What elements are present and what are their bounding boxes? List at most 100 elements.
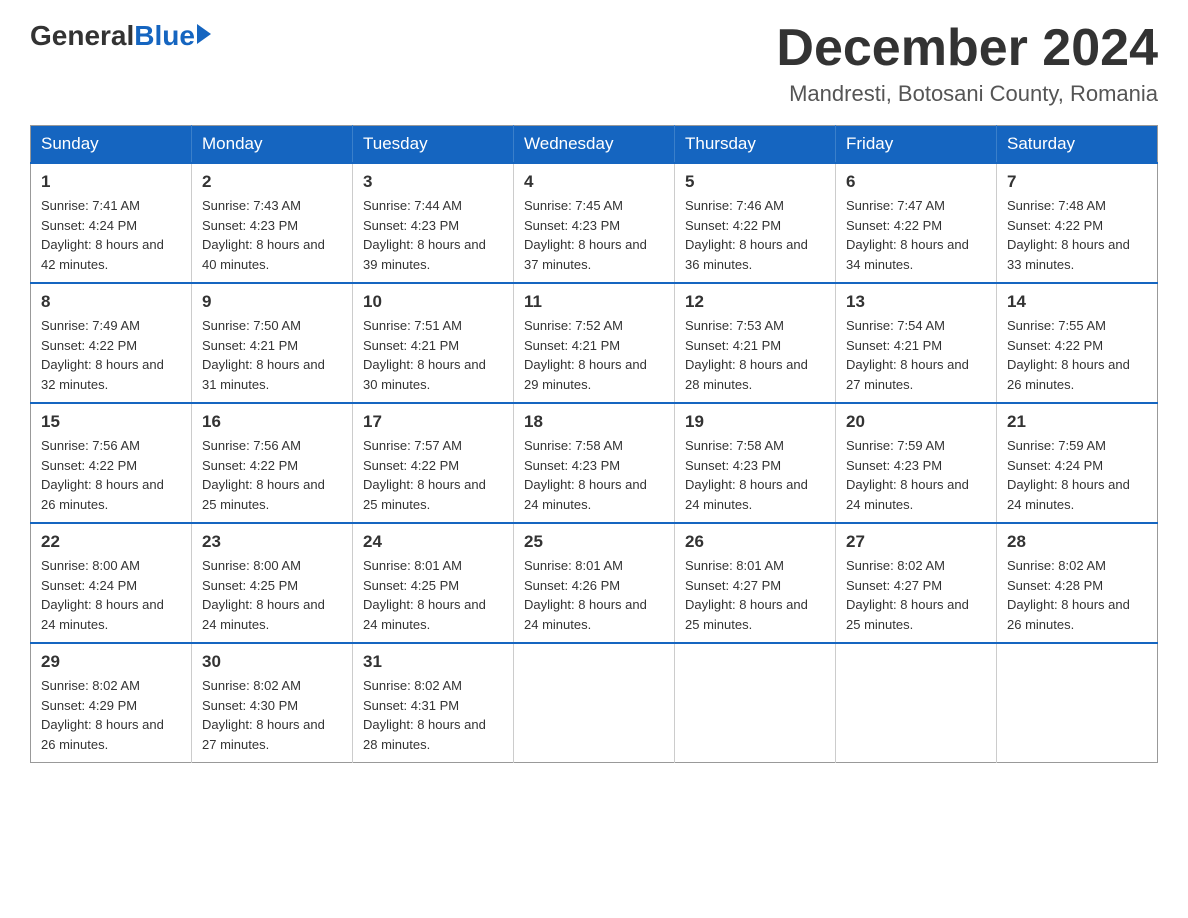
weekday-header-thursday: Thursday	[675, 126, 836, 164]
day-info: Sunrise: 7:52 AMSunset: 4:21 PMDaylight:…	[524, 318, 647, 392]
calendar-cell: 3 Sunrise: 7:44 AMSunset: 4:23 PMDayligh…	[353, 163, 514, 283]
day-number: 31	[363, 652, 503, 672]
day-number: 18	[524, 412, 664, 432]
day-number: 13	[846, 292, 986, 312]
weekday-header-wednesday: Wednesday	[514, 126, 675, 164]
calendar-cell: 1 Sunrise: 7:41 AMSunset: 4:24 PMDayligh…	[31, 163, 192, 283]
calendar-cell: 22 Sunrise: 8:00 AMSunset: 4:24 PMDaylig…	[31, 523, 192, 643]
calendar-cell: 15 Sunrise: 7:56 AMSunset: 4:22 PMDaylig…	[31, 403, 192, 523]
day-number: 25	[524, 532, 664, 552]
day-number: 11	[524, 292, 664, 312]
day-info: Sunrise: 7:45 AMSunset: 4:23 PMDaylight:…	[524, 198, 647, 272]
day-info: Sunrise: 7:50 AMSunset: 4:21 PMDaylight:…	[202, 318, 325, 392]
calendar-cell	[675, 643, 836, 763]
day-info: Sunrise: 7:53 AMSunset: 4:21 PMDaylight:…	[685, 318, 808, 392]
location-title: Mandresti, Botosani County, Romania	[776, 81, 1158, 107]
calendar-week-row: 8 Sunrise: 7:49 AMSunset: 4:22 PMDayligh…	[31, 283, 1158, 403]
day-number: 5	[685, 172, 825, 192]
calendar-cell: 29 Sunrise: 8:02 AMSunset: 4:29 PMDaylig…	[31, 643, 192, 763]
calendar-cell: 11 Sunrise: 7:52 AMSunset: 4:21 PMDaylig…	[514, 283, 675, 403]
logo-arrow-icon	[197, 24, 211, 44]
logo-general-text: General	[30, 20, 134, 52]
day-number: 14	[1007, 292, 1147, 312]
day-number: 6	[846, 172, 986, 192]
calendar-cell: 19 Sunrise: 7:58 AMSunset: 4:23 PMDaylig…	[675, 403, 836, 523]
weekday-header-sunday: Sunday	[31, 126, 192, 164]
day-info: Sunrise: 8:00 AMSunset: 4:25 PMDaylight:…	[202, 558, 325, 632]
day-info: Sunrise: 8:01 AMSunset: 4:26 PMDaylight:…	[524, 558, 647, 632]
day-number: 16	[202, 412, 342, 432]
day-info: Sunrise: 8:01 AMSunset: 4:25 PMDaylight:…	[363, 558, 486, 632]
calendar-week-row: 15 Sunrise: 7:56 AMSunset: 4:22 PMDaylig…	[31, 403, 1158, 523]
logo-blue-text: Blue	[134, 20, 195, 52]
day-number: 15	[41, 412, 181, 432]
weekday-header-saturday: Saturday	[997, 126, 1158, 164]
calendar-table: SundayMondayTuesdayWednesdayThursdayFrid…	[30, 125, 1158, 763]
day-info: Sunrise: 8:02 AMSunset: 4:28 PMDaylight:…	[1007, 558, 1130, 632]
day-info: Sunrise: 8:02 AMSunset: 4:27 PMDaylight:…	[846, 558, 969, 632]
day-number: 20	[846, 412, 986, 432]
day-number: 23	[202, 532, 342, 552]
calendar-cell: 16 Sunrise: 7:56 AMSunset: 4:22 PMDaylig…	[192, 403, 353, 523]
month-title: December 2024	[776, 20, 1158, 77]
day-number: 12	[685, 292, 825, 312]
day-number: 17	[363, 412, 503, 432]
calendar-cell	[514, 643, 675, 763]
day-info: Sunrise: 7:46 AMSunset: 4:22 PMDaylight:…	[685, 198, 808, 272]
calendar-cell: 20 Sunrise: 7:59 AMSunset: 4:23 PMDaylig…	[836, 403, 997, 523]
day-info: Sunrise: 7:51 AMSunset: 4:21 PMDaylight:…	[363, 318, 486, 392]
calendar-cell: 13 Sunrise: 7:54 AMSunset: 4:21 PMDaylig…	[836, 283, 997, 403]
weekday-header-friday: Friday	[836, 126, 997, 164]
calendar-week-row: 22 Sunrise: 8:00 AMSunset: 4:24 PMDaylig…	[31, 523, 1158, 643]
calendar-cell: 9 Sunrise: 7:50 AMSunset: 4:21 PMDayligh…	[192, 283, 353, 403]
day-info: Sunrise: 7:57 AMSunset: 4:22 PMDaylight:…	[363, 438, 486, 512]
day-number: 4	[524, 172, 664, 192]
day-number: 3	[363, 172, 503, 192]
calendar-cell: 4 Sunrise: 7:45 AMSunset: 4:23 PMDayligh…	[514, 163, 675, 283]
day-info: Sunrise: 7:47 AMSunset: 4:22 PMDaylight:…	[846, 198, 969, 272]
day-number: 30	[202, 652, 342, 672]
calendar-cell: 31 Sunrise: 8:02 AMSunset: 4:31 PMDaylig…	[353, 643, 514, 763]
weekday-header-monday: Monday	[192, 126, 353, 164]
day-info: Sunrise: 7:43 AMSunset: 4:23 PMDaylight:…	[202, 198, 325, 272]
day-number: 26	[685, 532, 825, 552]
day-info: Sunrise: 8:02 AMSunset: 4:30 PMDaylight:…	[202, 678, 325, 752]
calendar-cell: 18 Sunrise: 7:58 AMSunset: 4:23 PMDaylig…	[514, 403, 675, 523]
day-number: 2	[202, 172, 342, 192]
day-number: 8	[41, 292, 181, 312]
day-info: Sunrise: 7:44 AMSunset: 4:23 PMDaylight:…	[363, 198, 486, 272]
calendar-cell: 14 Sunrise: 7:55 AMSunset: 4:22 PMDaylig…	[997, 283, 1158, 403]
calendar-cell: 2 Sunrise: 7:43 AMSunset: 4:23 PMDayligh…	[192, 163, 353, 283]
calendar-cell: 27 Sunrise: 8:02 AMSunset: 4:27 PMDaylig…	[836, 523, 997, 643]
day-number: 10	[363, 292, 503, 312]
day-info: Sunrise: 8:01 AMSunset: 4:27 PMDaylight:…	[685, 558, 808, 632]
day-number: 29	[41, 652, 181, 672]
calendar-cell: 8 Sunrise: 7:49 AMSunset: 4:22 PMDayligh…	[31, 283, 192, 403]
calendar-cell: 7 Sunrise: 7:48 AMSunset: 4:22 PMDayligh…	[997, 163, 1158, 283]
day-number: 28	[1007, 532, 1147, 552]
calendar-cell: 24 Sunrise: 8:01 AMSunset: 4:25 PMDaylig…	[353, 523, 514, 643]
day-number: 7	[1007, 172, 1147, 192]
day-info: Sunrise: 7:49 AMSunset: 4:22 PMDaylight:…	[41, 318, 164, 392]
day-number: 22	[41, 532, 181, 552]
calendar-cell: 10 Sunrise: 7:51 AMSunset: 4:21 PMDaylig…	[353, 283, 514, 403]
day-info: Sunrise: 7:56 AMSunset: 4:22 PMDaylight:…	[202, 438, 325, 512]
day-info: Sunrise: 7:59 AMSunset: 4:24 PMDaylight:…	[1007, 438, 1130, 512]
day-info: Sunrise: 7:54 AMSunset: 4:21 PMDaylight:…	[846, 318, 969, 392]
calendar-cell: 21 Sunrise: 7:59 AMSunset: 4:24 PMDaylig…	[997, 403, 1158, 523]
calendar-cell: 5 Sunrise: 7:46 AMSunset: 4:22 PMDayligh…	[675, 163, 836, 283]
calendar-cell: 30 Sunrise: 8:02 AMSunset: 4:30 PMDaylig…	[192, 643, 353, 763]
weekday-header-tuesday: Tuesday	[353, 126, 514, 164]
calendar-header: SundayMondayTuesdayWednesdayThursdayFrid…	[31, 126, 1158, 164]
day-info: Sunrise: 7:58 AMSunset: 4:23 PMDaylight:…	[685, 438, 808, 512]
day-info: Sunrise: 8:02 AMSunset: 4:29 PMDaylight:…	[41, 678, 164, 752]
header: General Blue December 2024 Mandresti, Bo…	[30, 20, 1158, 107]
day-number: 9	[202, 292, 342, 312]
day-info: Sunrise: 7:48 AMSunset: 4:22 PMDaylight:…	[1007, 198, 1130, 272]
calendar-cell: 25 Sunrise: 8:01 AMSunset: 4:26 PMDaylig…	[514, 523, 675, 643]
calendar-week-row: 29 Sunrise: 8:02 AMSunset: 4:29 PMDaylig…	[31, 643, 1158, 763]
day-info: Sunrise: 7:59 AMSunset: 4:23 PMDaylight:…	[846, 438, 969, 512]
calendar-cell: 12 Sunrise: 7:53 AMSunset: 4:21 PMDaylig…	[675, 283, 836, 403]
day-info: Sunrise: 7:58 AMSunset: 4:23 PMDaylight:…	[524, 438, 647, 512]
calendar-body: 1 Sunrise: 7:41 AMSunset: 4:24 PMDayligh…	[31, 163, 1158, 763]
